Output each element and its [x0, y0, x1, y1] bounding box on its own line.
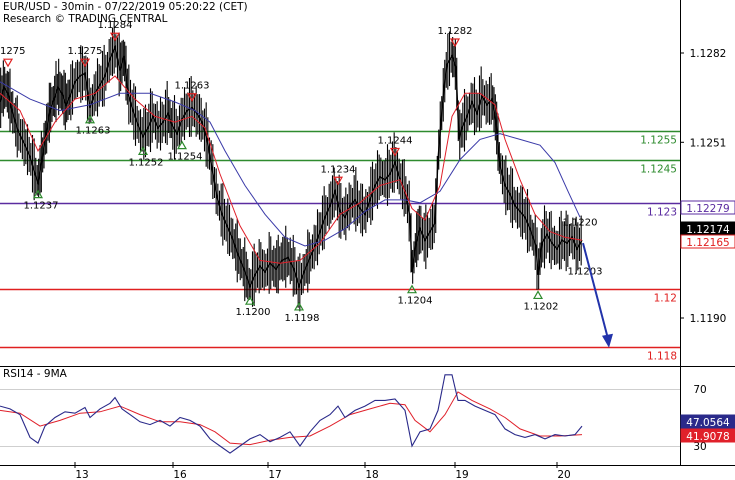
rsi-tag-label: 41.9078	[686, 431, 729, 443]
rsi-panel	[0, 374, 680, 454]
low-label: 1.1252	[129, 157, 164, 168]
low-label: 1.1254	[168, 152, 203, 163]
high-marker-icon	[2, 58, 14, 68]
rsi-tag-label: 47.0564	[686, 417, 730, 429]
low-label: 1.1202	[524, 301, 559, 312]
high-label: 1.1275	[0, 46, 26, 57]
high-label: 1.1263	[175, 81, 210, 92]
price-tag-label: 1.12174	[686, 224, 730, 236]
x-tick-label: 19	[455, 469, 468, 480]
x-tick-label: 16	[173, 469, 187, 480]
x-tick-label: 20	[557, 469, 570, 480]
high-label: 1.1282	[438, 26, 473, 37]
low-label: 1.1263	[76, 126, 111, 137]
level-annotation-label: 1.1220	[563, 218, 598, 229]
y-tick-label: 1.1282	[690, 48, 727, 60]
y-tick-label: 1.1190	[690, 313, 727, 325]
low-label: 1.1200	[236, 307, 271, 318]
high-label: 1.1244	[378, 135, 413, 146]
forecast-arrow	[582, 242, 609, 340]
level-label: 1.12	[654, 293, 677, 305]
price-annotations: 1.1275 1.1275 1.1284 1.1263 1.1234 1.1244 1.12…	[0, 20, 613, 348]
high-label: 1.1234	[321, 164, 356, 175]
high-label: 1.1275	[68, 46, 103, 57]
level-annotation-label: 1.1203	[568, 267, 603, 278]
low-label: 1.1198	[285, 313, 320, 324]
level-label: 1.118	[647, 351, 677, 363]
chart-root: EUR/USD - 30min - 07/22/2019 05:20:22 (C…	[0, 0, 735, 480]
price-tag-label: 1.12165	[686, 237, 729, 249]
high-label: 1.1284	[98, 20, 133, 31]
low-marker-icon	[532, 290, 544, 300]
rsi-ma-line	[0, 391, 583, 446]
level-label: 1.1245	[640, 164, 677, 176]
y-tick-label: 1.1251	[690, 137, 727, 149]
low-marker-icon	[293, 301, 305, 311]
rsi-line	[0, 374, 583, 454]
forecast-arrow-head-icon	[602, 333, 613, 348]
low-label: 1.1204	[398, 296, 433, 307]
x-tick-label: 18	[365, 469, 378, 480]
low-label: 1.1237	[24, 201, 59, 212]
price-chart: 1.12551.12451.1231.121.118 1.12751.12751…	[0, 0, 735, 480]
x-tick-label: 17	[268, 469, 281, 480]
level-label: 1.1255	[640, 135, 677, 147]
level-label: 1.123	[647, 207, 677, 219]
price-tag-label: 1.12279	[686, 203, 729, 215]
rsi-tick-label: 70	[693, 384, 706, 396]
price-series	[0, 22, 583, 312]
x-tick-label: 13	[75, 469, 88, 480]
chart-frame	[0, 0, 735, 480]
